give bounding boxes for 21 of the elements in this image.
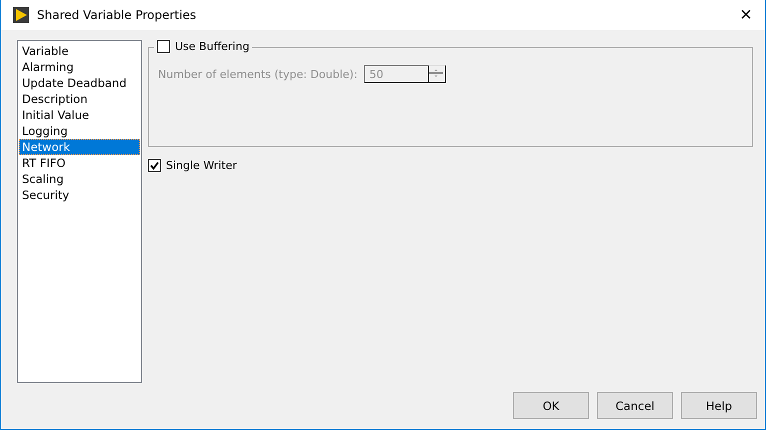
category-item[interactable]: RT FIFO <box>19 155 140 171</box>
category-item[interactable]: Logging <box>19 123 140 139</box>
dialog-button[interactable]: Cancel <box>597 392 673 419</box>
category-item[interactable]: Variable <box>19 43 140 59</box>
category-item[interactable]: Scaling <box>19 171 140 187</box>
checkbox-label: Single Writer <box>166 159 237 172</box>
checkbox[interactable] <box>148 159 161 172</box>
dialog-button[interactable]: Help <box>681 392 757 419</box>
dialog-button[interactable]: OK <box>513 392 589 419</box>
category-item[interactable]: Alarming <box>19 59 140 75</box>
category-item[interactable]: Update Deadband <box>19 75 140 91</box>
category-item[interactable]: Network <box>19 139 140 155</box>
category-item[interactable]: Description <box>19 91 140 107</box>
window-title: Shared Variable Properties <box>37 8 198 22</box>
category-item[interactable]: Initial Value <box>19 107 140 123</box>
close-button[interactable]: × <box>731 0 761 30</box>
checkbox-label: Use Buffering <box>175 40 250 53</box>
category-item[interactable]: Security <box>19 187 140 203</box>
field-label: Number of elements (type: Double): <box>158 68 358 80</box>
app-icon <box>13 7 29 23</box>
spin-arrows-icon[interactable] <box>428 65 446 83</box>
